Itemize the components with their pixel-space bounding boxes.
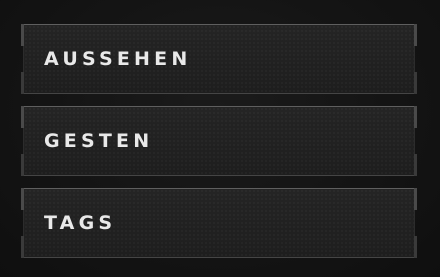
settings-menu: AUSSEHEN GESTEN TAGS — [0, 0, 440, 277]
menu-item-label: GESTEN — [44, 130, 154, 152]
frame-corner — [21, 24, 24, 46]
frame-corner — [414, 106, 417, 128]
frame-corner — [21, 188, 24, 210]
menu-item-label: AUSSEHEN — [44, 48, 192, 70]
menu-item-tags[interactable]: TAGS — [21, 188, 417, 258]
frame-corner — [21, 106, 24, 128]
frame-corner — [414, 24, 417, 46]
menu-item-label: TAGS — [44, 212, 117, 234]
frame-corner — [414, 188, 417, 210]
menu-item-gesten[interactable]: GESTEN — [21, 106, 417, 176]
menu-item-aussehen[interactable]: AUSSEHEN — [21, 24, 417, 94]
